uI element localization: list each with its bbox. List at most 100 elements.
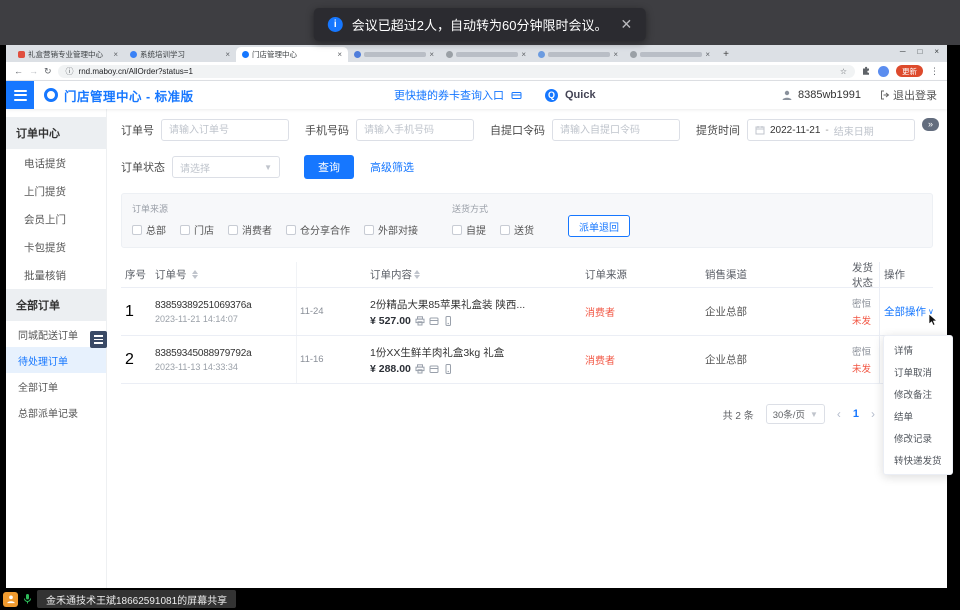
back-icon[interactable]: ← — [14, 67, 23, 76]
sidebar-item-cardpack-pickup[interactable]: 卡包提货 — [6, 233, 106, 261]
coupon-query-link[interactable]: 更快捷的券卡查询入口 — [394, 87, 504, 103]
floating-menu-button[interactable] — [90, 331, 107, 348]
prev-page-icon[interactable]: ‹ — [837, 407, 841, 421]
sidebar: 订单中心 电话提货 上门提货 会员上门 卡包提货 批量核销 全部订单 同城配送订… — [6, 109, 107, 588]
menu-item-express-ship[interactable]: 转快递发货 — [884, 449, 952, 471]
source-option-store[interactable]: 门店 — [180, 222, 214, 237]
pickup-code-input[interactable] — [552, 119, 680, 141]
browser-tab-active[interactable]: 门店管理中心 × — [236, 47, 348, 62]
next-page-icon[interactable]: › — [871, 407, 875, 421]
tab-close-icon[interactable]: × — [429, 50, 434, 59]
checkbox-icon[interactable] — [286, 225, 296, 235]
sidebar-item-batch-writeoff[interactable]: 批量核销 — [6, 261, 106, 289]
tab-close-icon[interactable]: × — [521, 50, 526, 59]
source-option-consumer[interactable]: 消费者 — [228, 222, 272, 237]
update-button[interactable]: 更新 — [896, 65, 923, 77]
delivery-option-delivery[interactable]: 送货 — [500, 222, 534, 237]
current-page[interactable]: 1 — [853, 408, 859, 420]
table-header: 序号 订单号 订单内容 订单来源 销售渠道 发货状态 操作 — [121, 262, 933, 288]
menu-item-edit-remark[interactable]: 修改备注 — [884, 383, 952, 405]
extensions-icon[interactable] — [861, 66, 871, 76]
forward-icon[interactable]: → — [29, 67, 38, 76]
maximize-icon[interactable]: □ — [917, 47, 922, 56]
browser-tab-7[interactable]: × — [624, 47, 716, 62]
menu-item-detail[interactable]: 详情 — [884, 339, 952, 361]
date-start-value[interactable]: 2022-11-21 — [770, 125, 820, 136]
logout-button[interactable]: 退出登录 — [880, 87, 937, 103]
dispatch-return-button[interactable]: 派单退回 — [568, 215, 630, 237]
sort-icon[interactable] — [414, 270, 420, 279]
source-option-external[interactable]: 外部对接 — [364, 222, 418, 237]
browser-menu-icon[interactable]: ⋮ — [930, 66, 939, 77]
checkbox-icon[interactable] — [180, 225, 190, 235]
coupon-entry-icon[interactable] — [511, 90, 522, 101]
source-option-hq[interactable]: 总部 — [132, 222, 166, 237]
checkbox-icon[interactable] — [228, 225, 238, 235]
tab-close-icon[interactable]: × — [337, 50, 342, 59]
checkbox-icon[interactable] — [452, 225, 462, 235]
browser-tab-6[interactable]: × — [532, 47, 624, 62]
source-option-warehouse-share[interactable]: 仓分享合作 — [286, 222, 350, 237]
gift-card-icon[interactable] — [429, 316, 439, 326]
date-end-placeholder[interactable]: 结束日期 — [834, 123, 874, 138]
tab-close-icon[interactable]: × — [225, 50, 230, 59]
gift-card-icon[interactable] — [429, 364, 439, 374]
tab-title: 礼盒营销专业管理中心 — [28, 49, 110, 60]
printer-icon[interactable] — [415, 316, 425, 326]
browser-tab-2[interactable]: 系统培训学习 × — [124, 47, 236, 62]
all-actions-dropdown-trigger[interactable]: 全部操作 ∨ — [884, 304, 934, 319]
sidebar-group-all-orders: 全部订单 — [6, 289, 106, 321]
mic-icon[interactable] — [22, 593, 33, 605]
close-icon[interactable]: ✕ — [620, 16, 632, 33]
phone-icon[interactable] — [443, 364, 453, 374]
tab-close-icon[interactable]: × — [113, 50, 118, 59]
advanced-filter-link[interactable]: 高级筛选 — [370, 159, 414, 175]
phone-input[interactable] — [356, 119, 474, 141]
minimize-icon[interactable]: ─ — [900, 47, 906, 56]
checkbox-icon[interactable] — [364, 225, 374, 235]
close-window-icon[interactable]: × — [934, 47, 939, 56]
date-range-picker[interactable]: 2022-11-21 - 结束日期 — [747, 119, 915, 141]
reload-icon[interactable]: ↻ — [44, 67, 52, 76]
hamburger-menu-button[interactable] — [6, 81, 34, 109]
search-button[interactable]: 查询 — [304, 155, 354, 179]
printer-icon[interactable] — [415, 364, 425, 374]
page-size-select[interactable]: 30条/页 ▼ — [766, 404, 825, 424]
phone-icon[interactable] — [443, 316, 453, 326]
total-count: 共 2 条 — [723, 407, 754, 422]
checkbox-icon[interactable] — [500, 225, 510, 235]
menu-item-cancel-order[interactable]: 订单取消 — [884, 361, 952, 383]
browser-tab-1[interactable]: 礼盒营销专业管理中心 × — [12, 47, 124, 62]
quick-label[interactable]: Quick — [565, 89, 596, 101]
checkbox-label: 消费者 — [242, 222, 272, 237]
sidebar-item-door-pickup[interactable]: 上门提货 — [6, 177, 106, 205]
sidebar-item-member-visit[interactable]: 会员上门 — [6, 205, 106, 233]
bookmark-star-icon[interactable]: ☆ — [840, 67, 847, 76]
sort-icon[interactable] — [192, 270, 198, 279]
new-tab-button[interactable]: + — [720, 49, 732, 61]
sidebar-item-phone-pickup[interactable]: 电话提货 — [6, 149, 106, 177]
browser-tab-5[interactable]: × — [440, 47, 532, 62]
sidebar-item-hq-dispatch-records[interactable]: 总部派单记录 — [6, 399, 106, 425]
checkbox-icon[interactable] — [132, 225, 142, 235]
address-bar[interactable]: ⓘ rnd.maboy.cn/AllOrder?status=1 ☆ — [58, 65, 855, 78]
browser-tab-4[interactable]: × — [348, 47, 440, 62]
status-select[interactable]: 请选择 ▼ — [172, 156, 280, 178]
menu-item-edit-history[interactable]: 修改记录 — [884, 427, 952, 449]
delivery-option-self-pickup[interactable]: 自提 — [452, 222, 486, 237]
tab-close-icon[interactable]: × — [613, 50, 618, 59]
menu-item-close-order[interactable]: 结单 — [884, 405, 952, 427]
col-header-content[interactable]: 订单内容 — [370, 267, 585, 282]
filter-pickup-time: 提货时间 2022-11-21 - 结束日期 — [696, 119, 915, 141]
collapse-panel-button[interactable]: » — [922, 118, 939, 131]
sidebar-item-pending-orders[interactable]: 待处理订单 — [6, 347, 106, 373]
source-filter-panel: 订单来源 总部 门店 消费者 仓分享合作 外部对接 送货方式 自提 — [121, 193, 933, 248]
sidebar-item-all-orders[interactable]: 全部订单 — [6, 373, 106, 399]
order-created-time: 2023-11-13 14:33:34 — [155, 362, 238, 372]
profile-avatar[interactable] — [878, 66, 889, 77]
ship-status-cell: 密恒 未发 — [852, 336, 879, 383]
order-no-input[interactable] — [161, 119, 289, 141]
col-header-order-no[interactable]: 订单号 — [155, 262, 297, 287]
site-info-icon[interactable]: ⓘ — [66, 66, 74, 77]
tab-close-icon[interactable]: × — [705, 50, 710, 59]
